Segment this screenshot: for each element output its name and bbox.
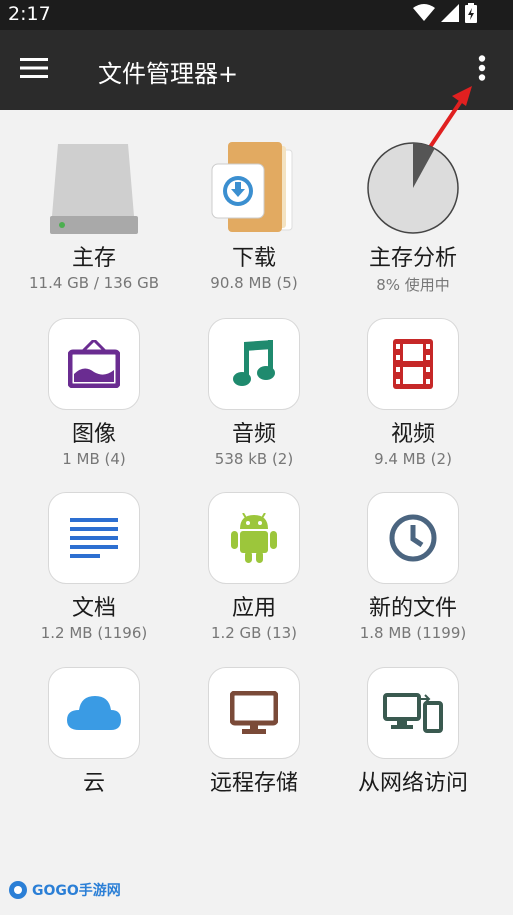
tile-name: 从网络访问	[357, 771, 468, 796]
tile-subtitle: 1.2 GB (13)	[210, 624, 298, 642]
tile-remote-storage[interactable]: 远程存储	[174, 667, 334, 837]
tile-name: 音频	[231, 422, 276, 447]
tile-subtitle: 1.2 MB (1196)	[40, 624, 148, 642]
tile-name: 云	[82, 771, 105, 796]
tile-subtitle: 1.8 MB (1199)	[359, 624, 467, 642]
download-folder-icon	[208, 142, 300, 234]
image-icon	[48, 318, 140, 410]
monitor-icon	[208, 667, 300, 759]
status-icons	[413, 3, 477, 27]
tile-subtitle: 1 MB (4)	[62, 450, 126, 468]
signal-icon	[441, 4, 459, 26]
menu-button[interactable]	[10, 50, 58, 90]
watermark-logo: GOGO手游网	[8, 880, 121, 900]
music-note-icon	[208, 318, 300, 410]
network-devices-icon	[367, 667, 459, 759]
tile-name: 主存	[71, 246, 116, 271]
tile-cloud[interactable]: 云	[14, 667, 174, 837]
tile-downloads[interactable]: 下载 90.8 MB (5)	[174, 142, 334, 312]
tile-name: 应用	[231, 596, 276, 621]
tile-apps[interactable]: 应用 1.2 GB (13)	[174, 492, 334, 662]
tile-subtitle: 90.8 MB (5)	[210, 274, 298, 292]
hamburger-menu-icon	[20, 58, 48, 82]
watermark-icon	[9, 881, 27, 899]
tile-name: 新的文件	[368, 596, 457, 621]
tile-subtitle: 11.4 GB / 136 GB	[29, 274, 159, 292]
tile-images[interactable]: 图像 1 MB (4)	[14, 318, 174, 488]
film-icon	[367, 318, 459, 410]
watermark-text: GOGO手游网	[32, 883, 121, 899]
tile-name: 下载	[231, 246, 276, 271]
wifi-icon	[413, 4, 435, 26]
tile-name: 视频	[390, 422, 435, 447]
tile-main-storage[interactable]: 主存 11.4 GB / 136 GB	[14, 142, 174, 312]
tile-network-access[interactable]: 从网络访问	[333, 667, 493, 837]
status-bar: 2:17	[0, 0, 513, 30]
tile-name: 主存分析	[368, 246, 457, 271]
hard-drive-icon	[48, 142, 140, 234]
battery-charging-icon	[465, 3, 477, 27]
tile-storage-analysis[interactable]: 主存分析 8% 使用中	[333, 142, 493, 312]
tile-name: 远程存储	[209, 771, 298, 796]
more-options-button[interactable]	[462, 48, 502, 92]
storage-pie-icon	[367, 142, 459, 234]
document-icon	[48, 492, 140, 584]
tile-audio[interactable]: 音频 538 kB (2)	[174, 318, 334, 488]
tile-documents[interactable]: 文档 1.2 MB (1196)	[14, 492, 174, 662]
tile-name: 文档	[71, 596, 116, 621]
tile-recent-files[interactable]: 新的文件 1.8 MB (1199)	[333, 492, 493, 662]
tile-subtitle: 9.4 MB (2)	[374, 450, 452, 468]
clock-icon	[367, 492, 459, 584]
tile-subtitle: 538 kB (2)	[214, 450, 294, 468]
cloud-icon	[48, 667, 140, 759]
app-bar: 文件管理器+	[0, 30, 513, 110]
tile-name: 图像	[71, 422, 116, 447]
more-vert-icon	[478, 55, 486, 85]
android-icon	[208, 492, 300, 584]
app-title: 文件管理器+	[98, 60, 239, 88]
tile-video[interactable]: 视频 9.4 MB (2)	[333, 318, 493, 488]
status-time: 2:17	[8, 3, 51, 25]
tile-subtitle: 8% 使用中	[376, 276, 450, 294]
